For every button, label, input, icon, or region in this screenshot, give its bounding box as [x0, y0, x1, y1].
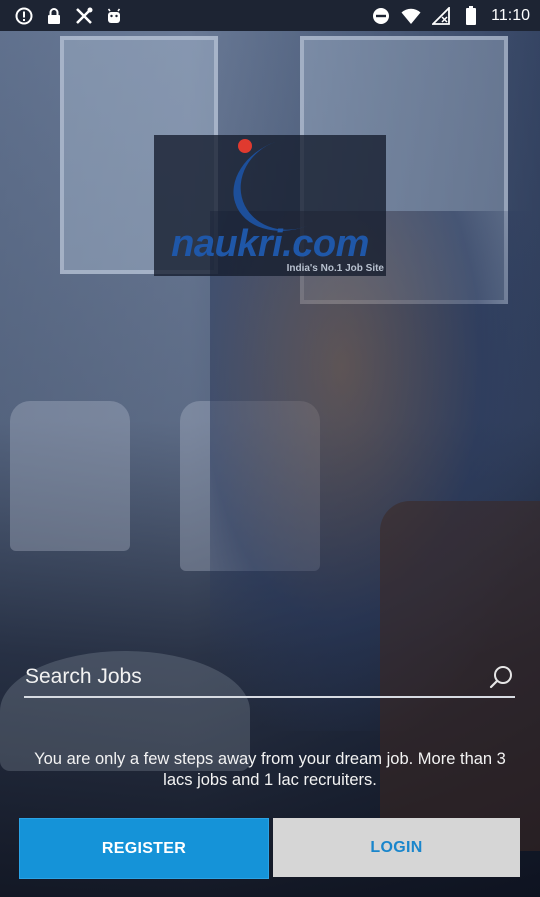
intro-text: You are only a few steps away from your …: [34, 750, 506, 789]
chair-left: [10, 401, 130, 551]
search-bar: [24, 660, 515, 698]
android-icon: [104, 6, 124, 26]
status-bar: 11:10: [0, 0, 540, 31]
brand-logo: naukri.com India's No.1 Job Site: [154, 121, 386, 276]
logo-tagline: India's No.1 Job Site: [286, 263, 384, 274]
logo-dot-icon: [238, 139, 252, 153]
search-input[interactable]: [24, 662, 466, 692]
lock-icon: [44, 6, 64, 26]
do-not-disturb-icon: [371, 6, 391, 26]
status-time: 11:10: [491, 7, 530, 24]
login-button[interactable]: LOGIN: [273, 818, 520, 877]
wifi-icon: [401, 6, 421, 26]
search-icon[interactable]: [489, 664, 515, 690]
info-circle-icon: [14, 6, 34, 26]
signal-off-icon: [431, 6, 451, 26]
battery-icon: [461, 6, 481, 26]
register-button[interactable]: REGISTER: [19, 818, 269, 879]
logo-brand-text: naukri.com: [171, 223, 369, 265]
crossed-tools-icon: [74, 6, 94, 26]
